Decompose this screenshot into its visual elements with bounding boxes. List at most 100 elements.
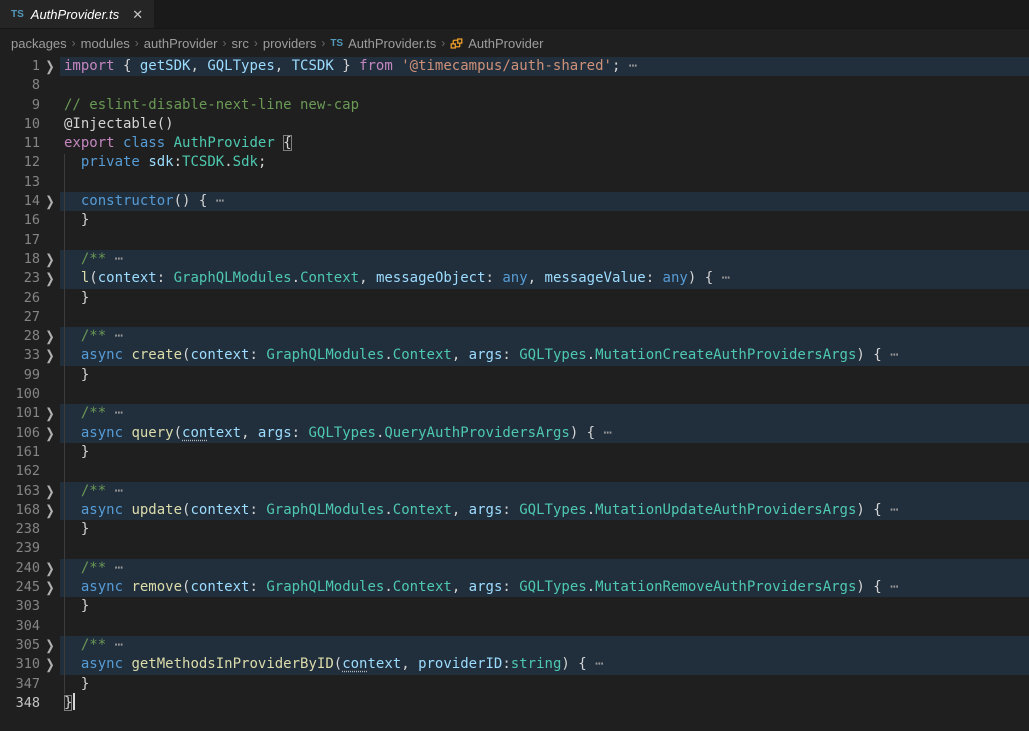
code-editor[interactable]: 1❯import { getSDK, GQLTypes, TCSDK } fro… <box>0 57 1029 731</box>
code-line-content[interactable] <box>60 385 1029 404</box>
line-number: 240 <box>0 559 40 578</box>
code-line-content[interactable]: } <box>60 289 1029 308</box>
breadcrumb: packages›modules›authProvider›src›provid… <box>0 29 1029 57</box>
token: . <box>384 502 392 518</box>
code-line-14: 14❯ constructor() { ⋯ <box>0 192 1029 211</box>
breadcrumb-separator: › <box>441 36 445 50</box>
breadcrumb-file[interactable]: TSAuthProvider.ts <box>330 36 436 51</box>
code-line-content[interactable]: private sdk:TCSDK.Sdk; <box>60 153 1029 172</box>
code-line-content[interactable]: async getMethodsInProviderByID(context, … <box>60 655 1029 674</box>
token: remove <box>131 579 182 595</box>
token: args <box>469 347 503 363</box>
breadcrumb-item-providers[interactable]: providers <box>263 36 316 51</box>
line-number: 168 <box>0 501 40 520</box>
token: MutationUpdateAuthProvidersArgs <box>595 502 856 518</box>
token: any <box>663 270 688 286</box>
code-line-content[interactable]: } <box>60 520 1029 539</box>
breadcrumb-item-modules[interactable]: modules <box>81 36 130 51</box>
code-line-16: 16 } <box>0 211 1029 230</box>
code-line-content[interactable]: /** ⋯ <box>60 404 1029 423</box>
token: args <box>469 502 503 518</box>
line-number: 304 <box>0 617 40 636</box>
token <box>393 58 401 74</box>
token: /** <box>81 251 106 267</box>
code-line-content[interactable]: /** ⋯ <box>60 250 1029 269</box>
code-line-content[interactable]: /** ⋯ <box>60 636 1029 655</box>
code-line-content[interactable]: async remove(context: GraphQLModules.Con… <box>60 578 1029 597</box>
code-line-content[interactable] <box>60 76 1029 95</box>
token: class <box>123 135 165 151</box>
code-line-content[interactable]: constructor() { ⋯ <box>60 192 1029 211</box>
code-line-content[interactable]: l(context: GraphQLModules.Context, messa… <box>60 269 1029 288</box>
token: : <box>292 425 309 441</box>
code-line-content[interactable]: async query(context, args: GQLTypes.Quer… <box>60 424 1029 443</box>
code-line-content[interactable]: } <box>60 443 1029 462</box>
code-line-content[interactable]: // eslint-disable-next-line new-cap <box>60 96 1029 115</box>
code-line-content[interactable]: } <box>60 366 1029 385</box>
code-line-content[interactable]: async create(context: GraphQLModules.Con… <box>60 346 1029 365</box>
code-line-content[interactable]: async update(context: GraphQLModules.Con… <box>60 501 1029 520</box>
code-line-content[interactable]: /** ⋯ <box>60 482 1029 501</box>
tab-authprovider-ts[interactable]: TS AuthProvider.ts ✕ <box>0 0 154 28</box>
breadcrumb-item-packages[interactable]: packages <box>11 36 67 51</box>
code-line-content[interactable]: } <box>60 211 1029 230</box>
token: ( <box>334 656 342 672</box>
code-line-17: 17 <box>0 231 1029 250</box>
code-line-content[interactable] <box>60 231 1029 250</box>
code-line-content[interactable] <box>60 617 1029 636</box>
breadcrumb-item-authProvider[interactable]: authProvider <box>144 36 218 51</box>
token: import <box>64 58 115 74</box>
token: ⋯ <box>207 193 224 209</box>
code-line-content[interactable]: /** ⋯ <box>60 327 1029 346</box>
token: , <box>275 58 292 74</box>
code-line-content[interactable]: export class AuthProvider { <box>60 134 1029 153</box>
typescript-file-icon: TS <box>11 9 24 20</box>
code-line-content[interactable] <box>60 539 1029 558</box>
code-line-content[interactable] <box>60 173 1029 192</box>
token: , <box>359 270 376 286</box>
token <box>64 251 81 267</box>
code-line-168: 168❯ async update(context: GraphQLModule… <box>0 501 1029 520</box>
line-number: 12 <box>0 153 40 172</box>
code-line-33: 33❯ async create(context: GraphQLModules… <box>0 346 1029 365</box>
token <box>64 502 81 518</box>
close-icon[interactable]: ✕ <box>132 8 143 21</box>
token: , <box>190 58 207 74</box>
code-line-content[interactable] <box>60 308 1029 327</box>
token: , <box>528 270 545 286</box>
breadcrumb-item-src[interactable]: src <box>232 36 249 51</box>
token: . <box>224 154 232 170</box>
breadcrumb-symbol[interactable]: AuthProvider <box>450 36 543 51</box>
code-line-content[interactable]: import { getSDK, GQLTypes, TCSDK } from … <box>60 57 1029 76</box>
token: : <box>502 579 519 595</box>
token: QueryAuthProvidersArgs <box>384 425 569 441</box>
code-line-content[interactable]: @Injectable() <box>60 115 1029 134</box>
token: ⋯ <box>713 270 730 286</box>
code-line-content[interactable]: } <box>60 597 1029 616</box>
line-number: 17 <box>0 231 40 250</box>
code-line-27: 27 <box>0 308 1029 327</box>
token <box>275 135 283 151</box>
breadcrumb-separator: › <box>135 36 139 50</box>
code-line-content[interactable]: /** ⋯ <box>60 559 1029 578</box>
token: ) { <box>570 425 595 441</box>
token: : <box>249 347 266 363</box>
code-line-content[interactable]: } <box>60 694 1029 713</box>
text-cursor <box>73 693 75 710</box>
token: constructor <box>81 193 174 209</box>
code-line-content[interactable]: } <box>60 675 1029 694</box>
token: ) { <box>561 656 586 672</box>
line-number: 99 <box>0 366 40 385</box>
line-number: 239 <box>0 539 40 558</box>
token: async <box>81 502 123 518</box>
token <box>64 425 81 441</box>
token: messageValue <box>545 270 646 286</box>
line-number: 28 <box>0 327 40 346</box>
token: AuthProvider <box>174 135 275 151</box>
token: async <box>81 347 123 363</box>
token: GraphQLModules <box>266 579 384 595</box>
code-line-content[interactable] <box>60 462 1029 481</box>
typescript-file-icon: TS <box>330 38 343 49</box>
token: text <box>207 425 241 441</box>
code-line-162: 162 <box>0 462 1029 481</box>
